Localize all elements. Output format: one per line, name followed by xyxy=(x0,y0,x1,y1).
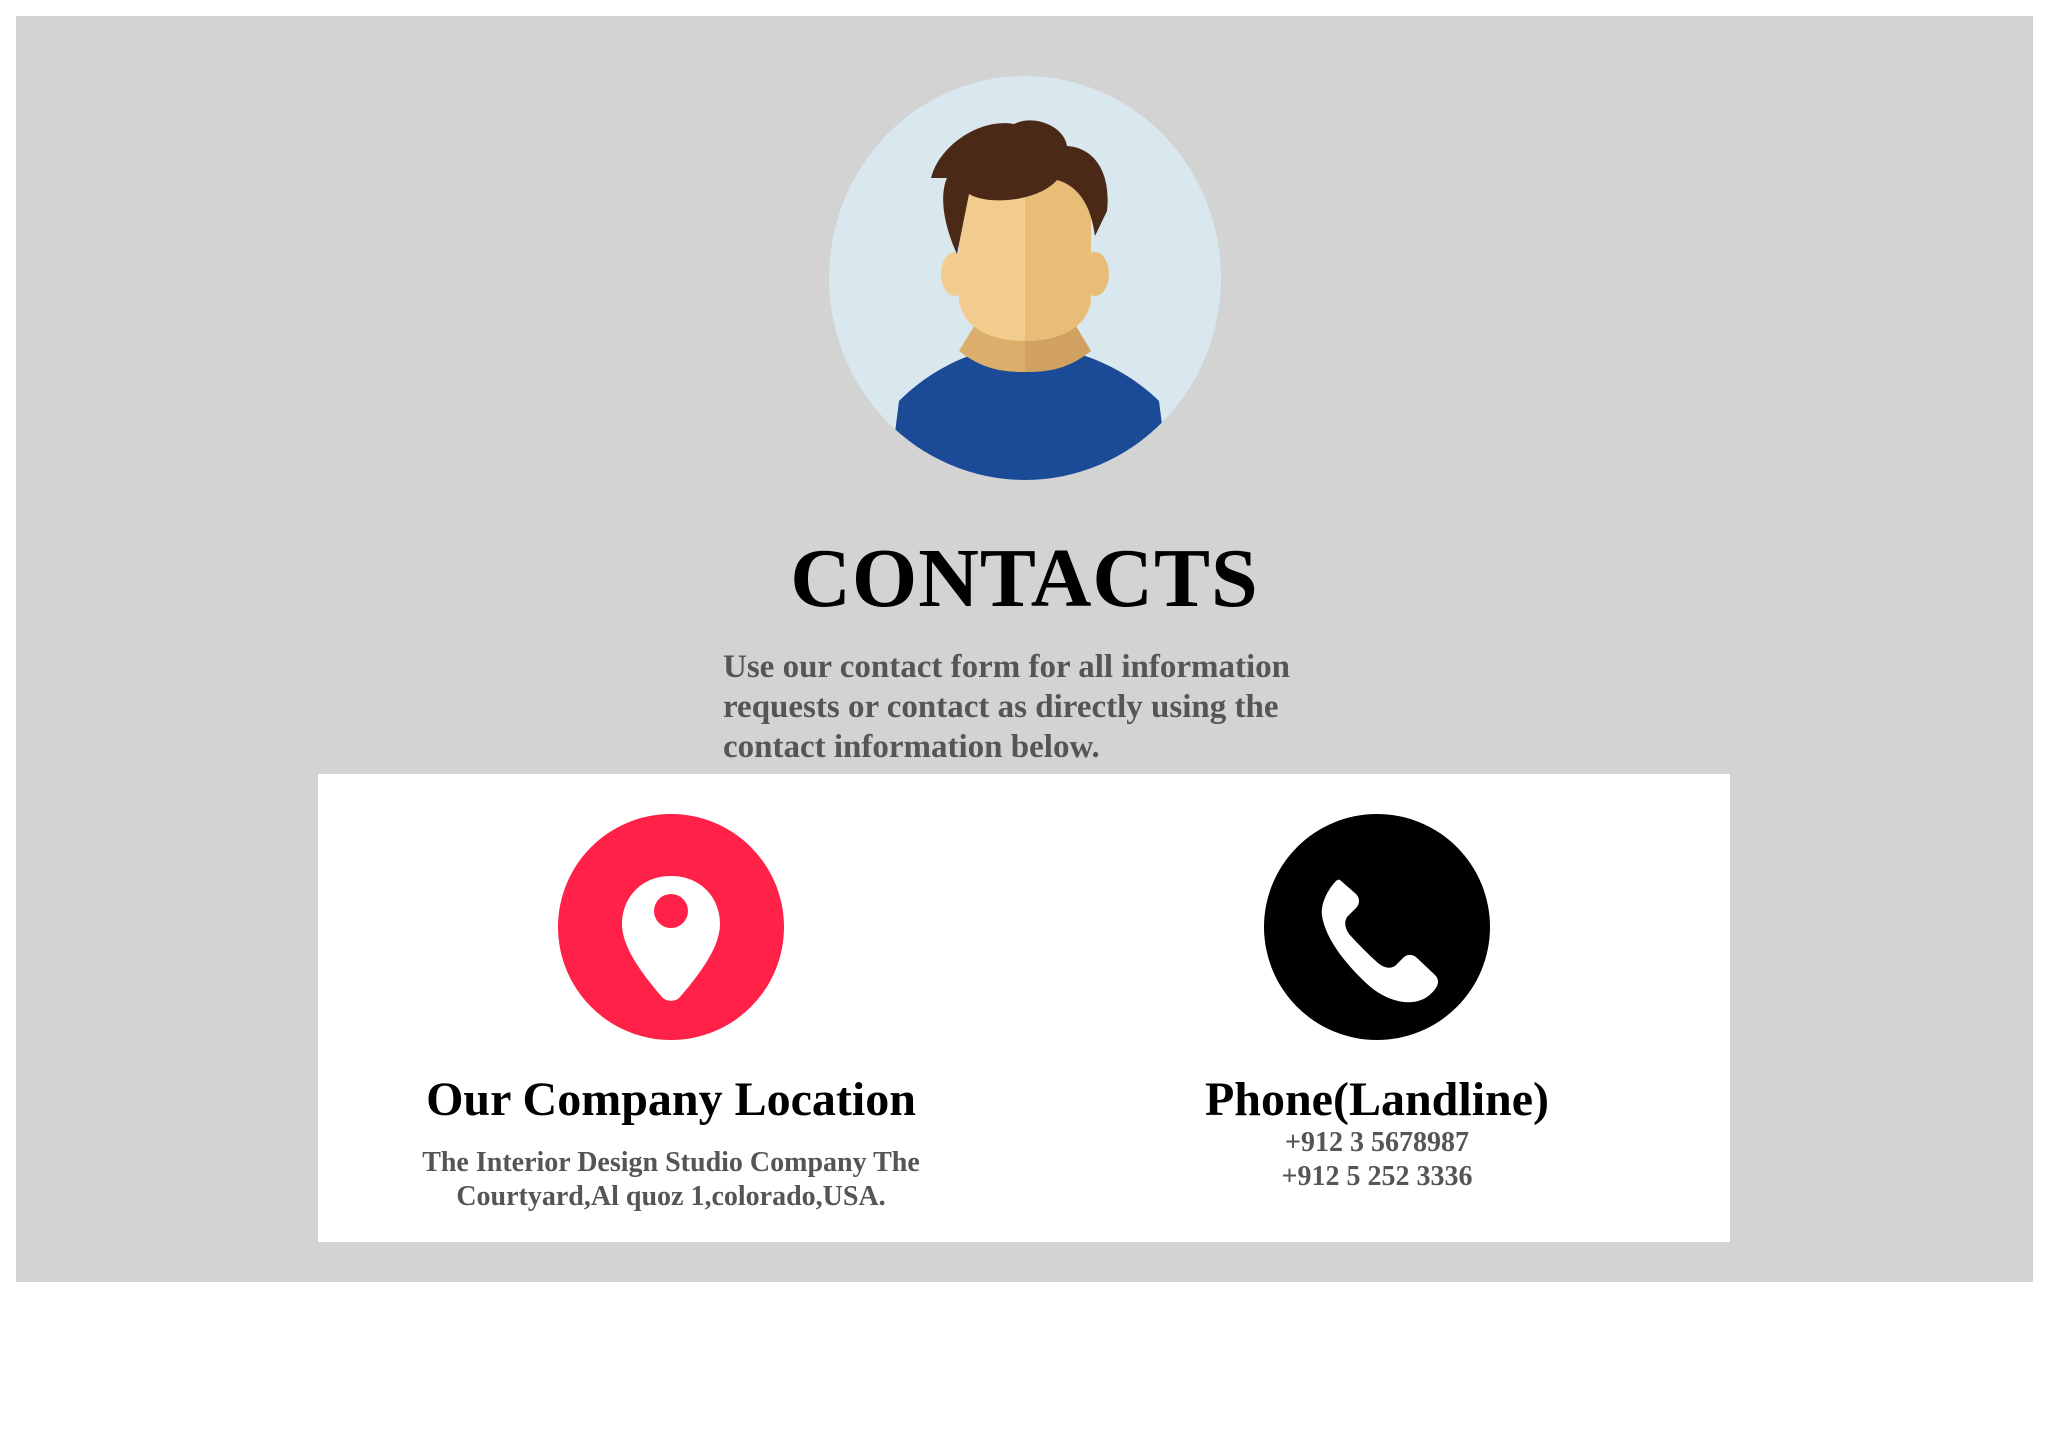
phone-title: Phone(Landline) xyxy=(1204,1073,1550,1126)
phone-card: Phone(Landline) +912 3 5678987 +912 5 25… xyxy=(1024,774,1730,1242)
intro-text: Use our contact form for all information… xyxy=(723,649,1291,765)
location-card: Our Company Location The Interior Design… xyxy=(318,774,1024,1242)
contacts-section: CONTACTS Use our contact form for all in… xyxy=(16,16,2033,1282)
page-title: CONTACTS xyxy=(790,532,1259,625)
location-pin-icon xyxy=(558,814,784,1040)
location-address: The Interior Design Studio Company The C… xyxy=(422,1147,920,1212)
contact-cards: Our Company Location The Interior Design… xyxy=(318,774,1730,1242)
person-avatar-icon xyxy=(829,76,1221,480)
phone-number-2[interactable]: +912 5 252 3336 xyxy=(1024,1160,1730,1194)
phone-number-1[interactable]: +912 3 5678987 xyxy=(1024,1126,1730,1160)
phone-icon xyxy=(1264,814,1490,1040)
phone-numbers: +912 3 5678987 +912 5 252 3336 xyxy=(1024,1126,1730,1194)
location-title: Our Company Location xyxy=(426,1073,916,1126)
